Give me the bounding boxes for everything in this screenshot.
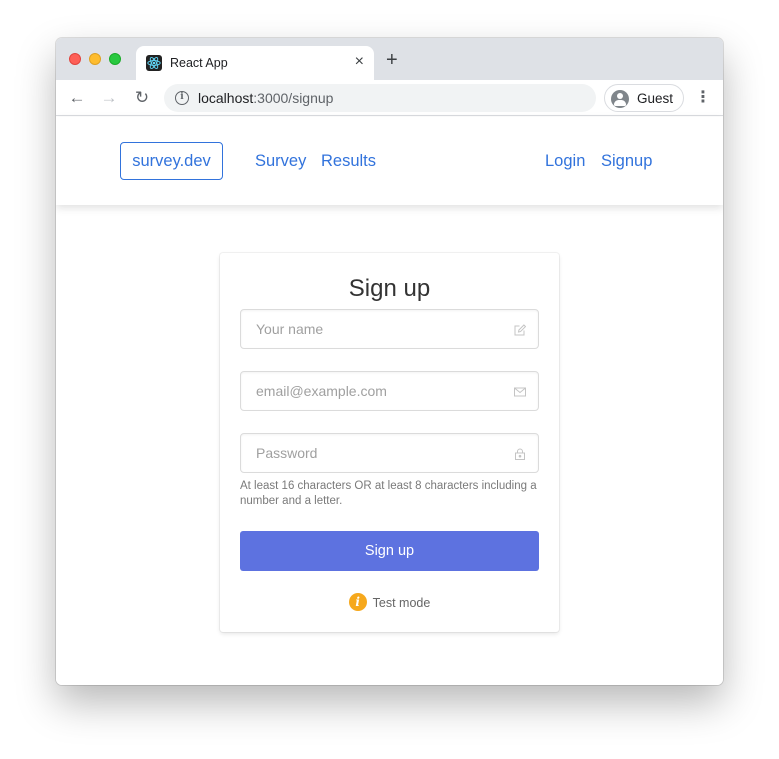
lock-icon (514, 447, 526, 460)
browser-toolbar: ← → ↻ i localhost:3000/signup Guest ⋮ (56, 80, 723, 116)
info-circle-icon: i (348, 593, 367, 611)
close-window-button[interactable] (69, 53, 81, 65)
new-tab-button[interactable]: + (386, 50, 398, 70)
tab-strip: React App × + (56, 38, 723, 80)
signup-card: Sign up Your name email@example.com Pass… (220, 253, 559, 632)
url-path: :3000/signup (253, 90, 334, 106)
back-arrow-icon[interactable]: ← (67, 88, 87, 108)
zoom-window-button[interactable] (109, 53, 121, 65)
nav-link-survey[interactable]: Survey (255, 152, 306, 171)
reload-icon[interactable]: ↻ (132, 88, 152, 108)
browser-menu-icon[interactable]: ⋮ (695, 88, 711, 108)
tab-title: React App (170, 56, 228, 70)
profile-button[interactable]: Guest (604, 84, 684, 112)
minimize-window-button[interactable] (89, 53, 101, 65)
name-placeholder: Your name (256, 321, 324, 337)
signup-title: Sign up (348, 275, 431, 302)
password-placeholder: Password (256, 445, 318, 461)
test-mode-label: Test mode (372, 596, 431, 610)
url-host: localhost (198, 90, 254, 106)
site-info-icon[interactable]: i (175, 91, 189, 105)
forward-arrow-icon[interactable]: → (99, 88, 119, 108)
page-content: survey.dev Survey Results Login Signup S… (56, 117, 723, 685)
react-favicon-icon (146, 55, 162, 71)
nav-link-login[interactable]: Login (545, 152, 585, 171)
password-help-text: At least 16 characters OR at least 8 cha… (240, 480, 537, 507)
profile-label: Guest (637, 91, 674, 106)
nav-link-signup[interactable]: Signup (601, 152, 652, 171)
signup-submit-button[interactable]: Sign up (240, 531, 539, 571)
url-text[interactable]: localhost:3000/signup (198, 90, 333, 106)
password-field[interactable]: Password (240, 433, 539, 473)
name-field[interactable]: Your name (240, 309, 539, 349)
email-field[interactable]: email@example.com (240, 371, 539, 411)
test-mode-indicator: i Test mode (220, 593, 559, 613)
tab-close-icon[interactable]: × (355, 53, 364, 71)
address-bar[interactable]: i localhost:3000/signup (164, 84, 596, 112)
brand-logo-button[interactable]: survey.dev (120, 142, 223, 180)
site-navbar: survey.dev Survey Results Login Signup (56, 117, 723, 205)
envelope-icon (514, 385, 526, 397)
browser-window: React App × + ← → ↻ i localhost:3000/sig… (56, 38, 723, 685)
edit-icon (514, 323, 527, 336)
tab-react-app[interactable]: React App × (136, 46, 374, 80)
guest-avatar-icon (611, 90, 629, 108)
email-placeholder: email@example.com (256, 383, 387, 399)
nav-link-results[interactable]: Results (321, 152, 376, 171)
